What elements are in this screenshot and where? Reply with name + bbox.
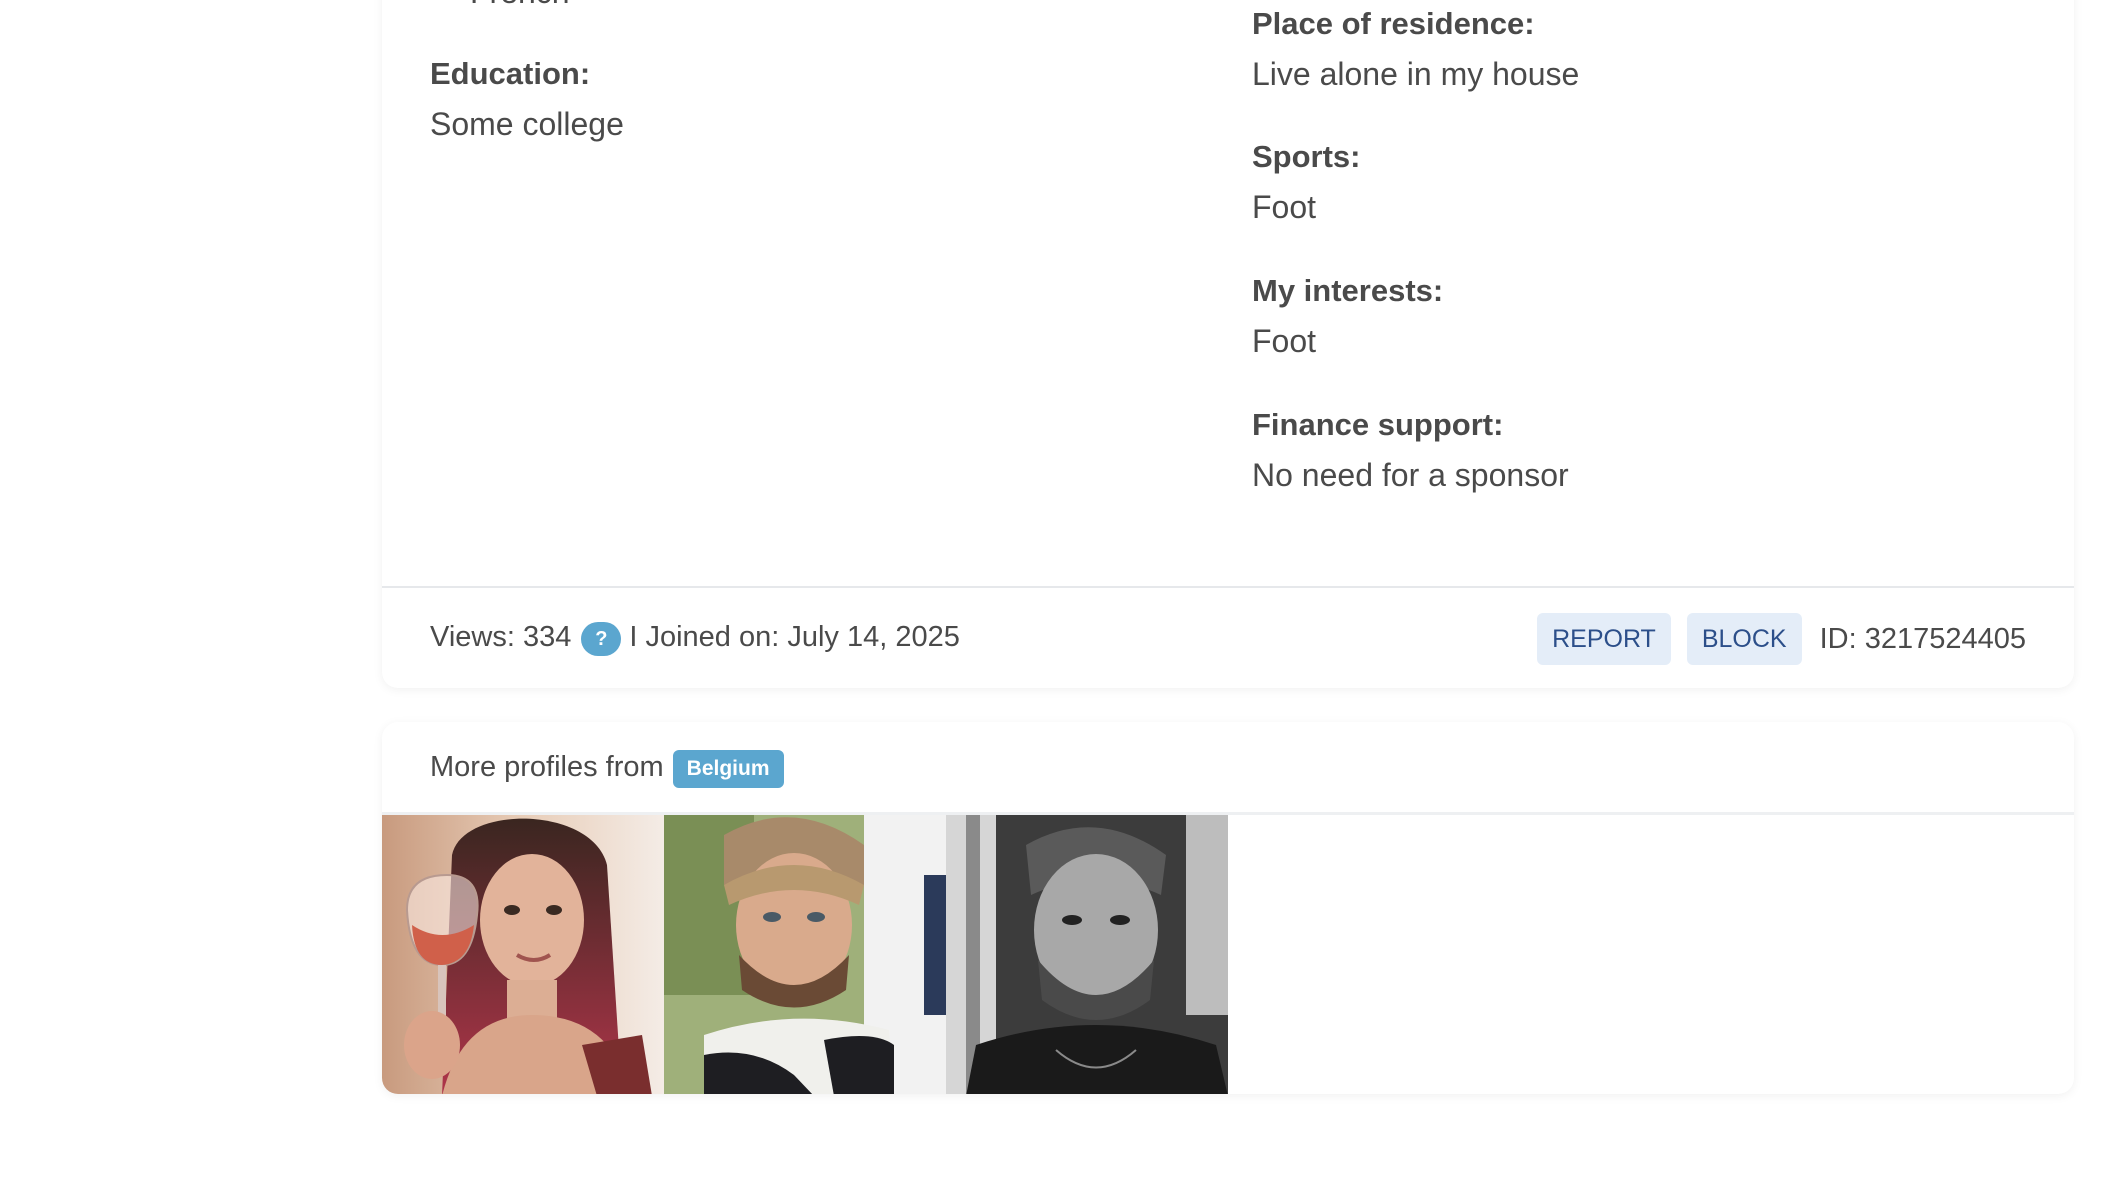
profile-thumbnail-3[interactable] bbox=[946, 815, 1228, 1094]
education-value: Some college bbox=[430, 106, 624, 142]
more-profiles-label: More profiles from bbox=[430, 750, 664, 783]
finance-support-field: Finance support: No need for a sponsor bbox=[1252, 407, 1569, 494]
finance-support-label: Finance support: bbox=[1252, 407, 1504, 442]
interests-value: Foot bbox=[1252, 323, 1317, 359]
finance-support-value: No need for a sponsor bbox=[1252, 457, 1569, 493]
more-profiles-heading: More profiles from Belgium bbox=[430, 748, 784, 788]
views-count: Views: 334 bbox=[430, 620, 572, 653]
more-profiles-card: More profiles from Belgium bbox=[382, 722, 2074, 1094]
help-icon[interactable]: ? bbox=[581, 622, 622, 656]
bearded-man-sweater-photo bbox=[664, 815, 946, 1094]
profile-id: ID: 3217524405 bbox=[1819, 622, 2026, 655]
education-field: Education: Some college bbox=[430, 56, 624, 143]
sports-field: Sports: Foot bbox=[1252, 139, 1361, 226]
bearded-man-black-and-white-photo bbox=[946, 815, 1228, 1094]
country-badge[interactable]: Belgium bbox=[672, 750, 784, 788]
residence-value: Live alone in my house bbox=[1252, 56, 1580, 92]
residence-label: Place of residence: bbox=[1252, 6, 1535, 41]
profile-details-card: French Education: Some college Place of … bbox=[382, 0, 2074, 688]
interests-label: My interests: bbox=[1252, 273, 1444, 308]
language-item: French bbox=[470, 0, 570, 11]
page: French Education: Some college Place of … bbox=[0, 0, 2106, 1194]
interests-field: My interests: Foot bbox=[1252, 273, 1443, 360]
sports-value: Foot bbox=[1252, 189, 1317, 225]
sports-label: Sports: bbox=[1252, 139, 1361, 174]
profile-actions: REPORT BLOCK ID: 3217524405 bbox=[1537, 613, 2026, 665]
profile-thumbnails bbox=[382, 815, 1228, 1094]
joined-date: I Joined on: July 14, 2025 bbox=[629, 620, 960, 653]
profile-thumbnail-1[interactable] bbox=[382, 815, 664, 1094]
education-label: Education: bbox=[430, 56, 591, 91]
card-divider bbox=[382, 586, 2074, 588]
residence-field: Place of residence: Live alone in my hou… bbox=[1252, 6, 1579, 93]
block-button[interactable]: BLOCK bbox=[1686, 613, 1802, 665]
profile-stats: Views: 334 ? I Joined on: July 14, 2025 bbox=[430, 620, 960, 656]
report-button[interactable]: REPORT bbox=[1537, 613, 1671, 665]
profile-thumbnail-2[interactable] bbox=[664, 815, 946, 1094]
woman-with-wine-glass-photo bbox=[382, 815, 664, 1094]
